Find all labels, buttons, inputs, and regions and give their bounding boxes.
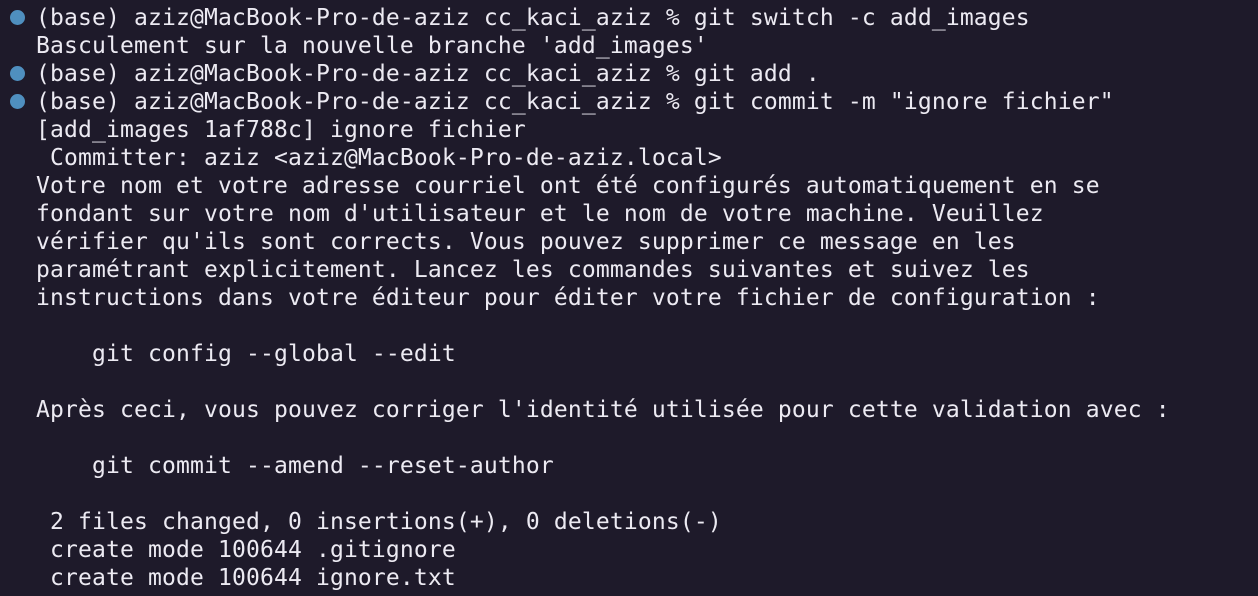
output-line: Après ceci, vous pouvez corriger l'ident… bbox=[36, 397, 1170, 423]
output-line: Basculement sur la nouvelle branche 'add… bbox=[36, 33, 708, 59]
output-line: Votre nom et votre adresse courriel ont … bbox=[36, 173, 1100, 199]
command-status-icon bbox=[10, 94, 25, 109]
output-line: vérifier qu'ils sont corrects. Vous pouv… bbox=[36, 229, 1016, 255]
output-line: paramétrant explicitement. Lancez les co… bbox=[36, 257, 1030, 283]
command-line: (base) aziz@MacBook-Pro-de-aziz cc_kaci_… bbox=[36, 61, 820, 87]
terminal-window[interactable]: (base) aziz@MacBook-Pro-de-aziz cc_kaci_… bbox=[0, 0, 1258, 596]
command-line: (base) aziz@MacBook-Pro-de-aziz cc_kaci_… bbox=[36, 5, 1030, 31]
output-line: create mode 100644 .gitignore bbox=[36, 537, 456, 563]
output-line: [add_images 1af788c] ignore fichier bbox=[36, 117, 526, 143]
output-line: fondant sur votre nom d'utilisateur et l… bbox=[36, 201, 1044, 227]
output-line: instructions dans votre éditeur pour édi… bbox=[36, 285, 1100, 311]
output-line: git commit --amend --reset-author bbox=[36, 453, 554, 479]
output-line: Committer: aziz <aziz@MacBook-Pro-de-azi… bbox=[36, 145, 722, 171]
output-line: 2 files changed, 0 insertions(+), 0 dele… bbox=[36, 509, 722, 535]
output-line: create mode 100644 ignore.txt bbox=[36, 565, 456, 591]
command-status-icon bbox=[10, 66, 25, 81]
output-line: git config --global --edit bbox=[36, 341, 456, 367]
command-status-icon bbox=[10, 10, 25, 25]
command-line: (base) aziz@MacBook-Pro-de-aziz cc_kaci_… bbox=[36, 89, 1114, 115]
